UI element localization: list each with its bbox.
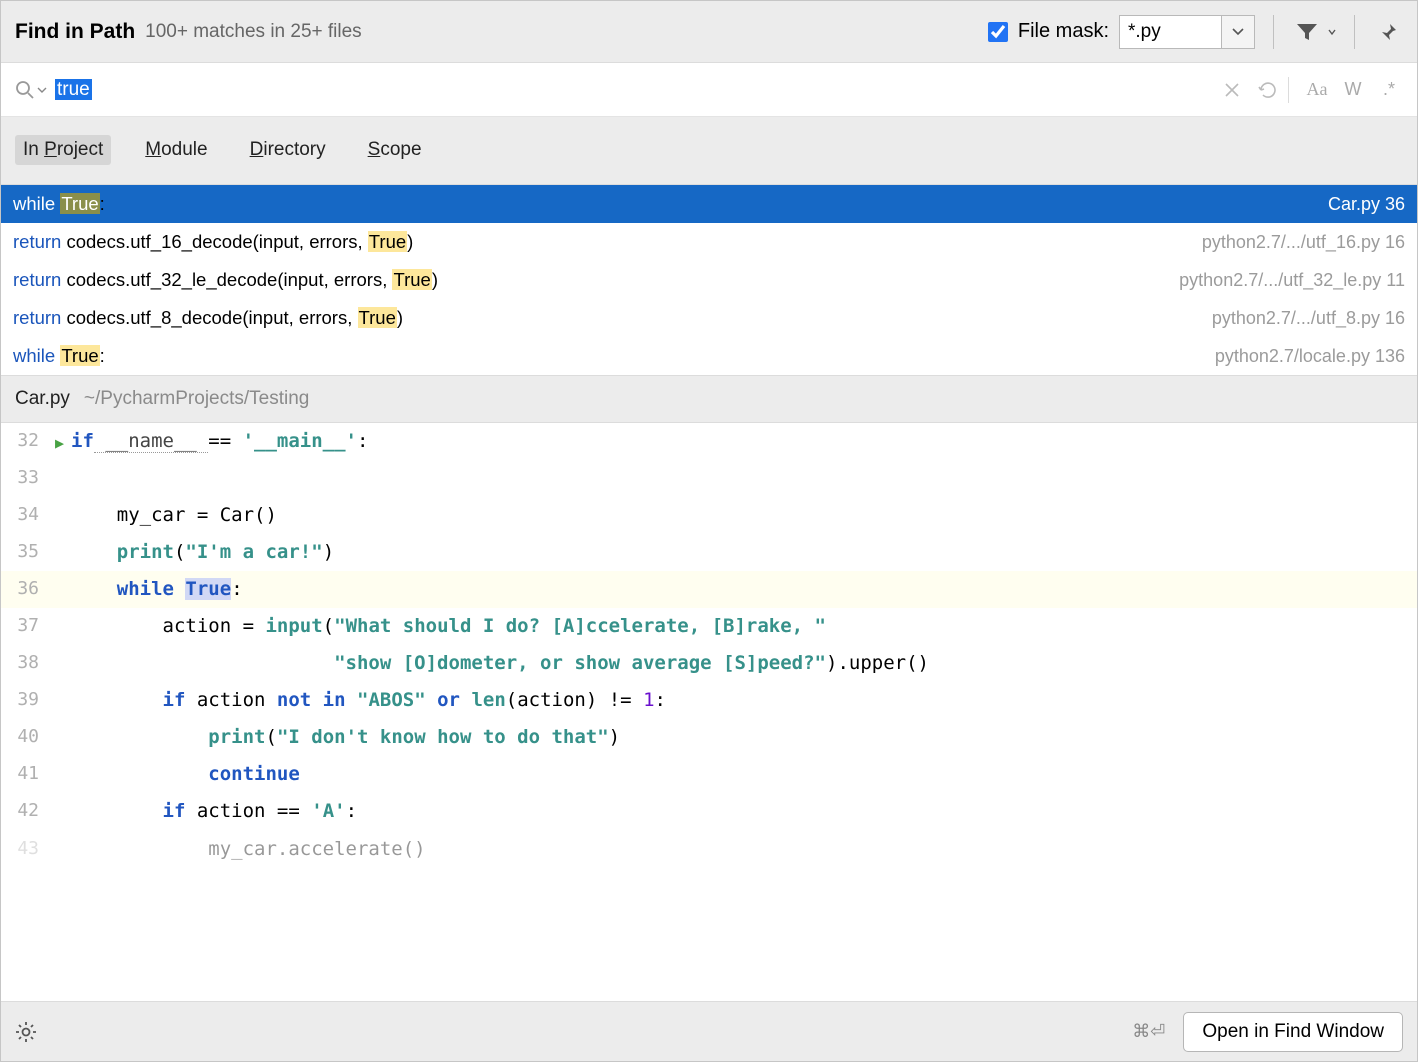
settings-button[interactable] — [15, 1021, 37, 1043]
line-number: 40 — [1, 719, 49, 754]
chevron-down-icon[interactable] — [37, 82, 47, 98]
history-button[interactable] — [1254, 76, 1282, 104]
tab-directory[interactable]: Directory — [242, 135, 334, 165]
result-row[interactable]: while True: python2.7/locale.py 136 — [1, 337, 1417, 375]
search-input[interactable]: true — [55, 79, 1210, 101]
code-text: if __name__ == '__main__': — [49, 423, 368, 460]
code-text: "show [O]dometer, or show average [S]pee… — [49, 645, 929, 682]
shortcut-hint: ⌘⏎ — [1132, 1021, 1165, 1042]
result-row[interactable]: return codecs.utf_32_le_decode(input, er… — [1, 261, 1417, 299]
line-number: 35 — [1, 534, 49, 569]
result-text: while True: — [13, 345, 105, 367]
result-text: return codecs.utf_32_le_decode(input, er… — [13, 269, 438, 291]
code-text: while True: — [49, 571, 243, 608]
code-text: print("I'm a car!") — [49, 534, 334, 571]
line-number: 43 — [1, 831, 49, 866]
result-text: return codecs.utf_8_decode(input, errors… — [13, 307, 403, 329]
line-number: 41 — [1, 756, 49, 791]
code-preview[interactable]: ▶ 32if __name__ == '__main__': 33 34 my_… — [1, 423, 1417, 1001]
separator — [1354, 15, 1355, 49]
preview-path: ~/PycharmProjects/Testing — [84, 388, 309, 410]
line-number: 38 — [1, 645, 49, 680]
result-row[interactable]: while True: Car.py 36 — [1, 185, 1417, 223]
code-text: action = input("What should I do? [A]cce… — [49, 608, 826, 645]
code-text: my_car = Car() — [49, 497, 277, 534]
dialog-header: Find in Path 100+ matches in 25+ files F… — [1, 1, 1417, 63]
code-text: if action not in "ABOS" or len(action) !… — [49, 682, 666, 719]
result-path: python2.7/.../utf_16.py 16 — [1202, 232, 1405, 253]
open-in-find-window-button[interactable]: Open in Find Window — [1183, 1012, 1403, 1052]
filter-icon — [1296, 22, 1318, 42]
clear-button[interactable] — [1218, 76, 1246, 104]
result-row[interactable]: return codecs.utf_8_decode(input, errors… — [1, 299, 1417, 337]
regex-toggle[interactable]: .* — [1375, 76, 1403, 104]
preview-filename: Car.py — [15, 388, 70, 410]
separator — [1273, 15, 1274, 49]
line-number: 36 — [1, 571, 49, 606]
tab-scope[interactable]: Scope — [360, 135, 430, 165]
match-count: 100+ matches in 25+ files — [145, 21, 988, 43]
run-gutter-icon[interactable]: ▶ — [55, 429, 64, 458]
gear-icon — [15, 1021, 37, 1043]
line-number: 33 — [1, 460, 49, 495]
file-mask-dropdown[interactable] — [1221, 15, 1255, 49]
result-path: Car.py 36 — [1328, 194, 1405, 215]
search-icon — [15, 80, 35, 100]
match-case-toggle[interactable]: Aa — [1303, 76, 1331, 104]
result-path: python2.7/.../utf_32_le.py 11 — [1179, 270, 1405, 291]
filter-button[interactable] — [1292, 17, 1322, 47]
tab-module[interactable]: Module — [137, 135, 215, 165]
result-row[interactable]: return codecs.utf_16_decode(input, error… — [1, 223, 1417, 261]
line-number: 34 — [1, 497, 49, 532]
separator — [1288, 77, 1289, 103]
code-text: if action == 'A': — [49, 793, 357, 830]
pin-icon — [1378, 22, 1398, 42]
result-path: python2.7/.../utf_8.py 16 — [1212, 308, 1405, 329]
tab-in-project[interactable]: In Project — [15, 135, 111, 165]
file-mask-input[interactable] — [1119, 15, 1221, 49]
line-number: 42 — [1, 793, 49, 828]
file-mask-label: File mask: — [1018, 20, 1109, 43]
result-text: return codecs.utf_16_decode(input, error… — [13, 231, 413, 253]
history-icon — [1258, 81, 1278, 99]
close-icon — [1225, 83, 1239, 97]
pin-button[interactable] — [1373, 17, 1403, 47]
dialog-footer: ⌘⏎ Open in Find Window — [1, 1001, 1417, 1061]
words-toggle[interactable]: W — [1339, 76, 1367, 104]
preview-header: Car.py ~/PycharmProjects/Testing — [1, 375, 1417, 423]
chevron-down-icon — [1328, 24, 1336, 40]
result-path: python2.7/locale.py 136 — [1215, 346, 1405, 367]
search-row: true Aa W .* — [1, 63, 1417, 117]
results-list: while True: Car.py 36 return codecs.utf_16… — [1, 185, 1417, 375]
chevron-down-icon — [1232, 28, 1244, 36]
code-text: continue — [49, 756, 300, 793]
code-text: my_car.accelerate() — [49, 831, 426, 868]
code-text: print("I don't know how to do that") — [49, 719, 620, 756]
result-text: while True: — [13, 193, 105, 215]
code-text — [49, 460, 82, 497]
file-mask-checkbox[interactable] — [988, 22, 1008, 42]
scope-tabs: In Project Module Directory Scope — [1, 117, 1417, 185]
line-number: 37 — [1, 608, 49, 643]
line-number: 32 — [1, 423, 49, 458]
line-number: 39 — [1, 682, 49, 717]
dialog-title: Find in Path — [15, 20, 135, 44]
